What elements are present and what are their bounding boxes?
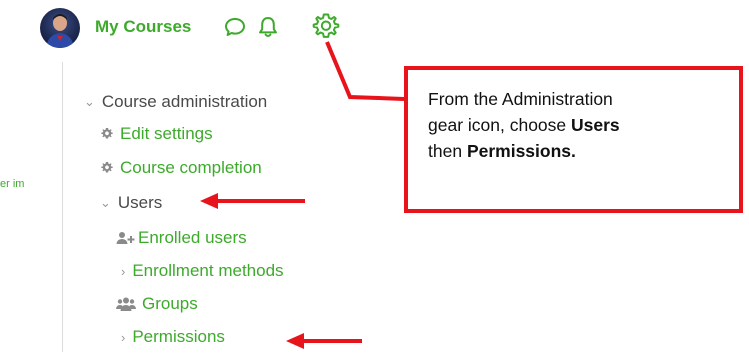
arrow-to-users — [200, 193, 305, 209]
arrow-to-permissions — [286, 333, 362, 349]
annotation-overlay — [200, 41, 405, 349]
callout-connector-line — [325, 41, 405, 101]
